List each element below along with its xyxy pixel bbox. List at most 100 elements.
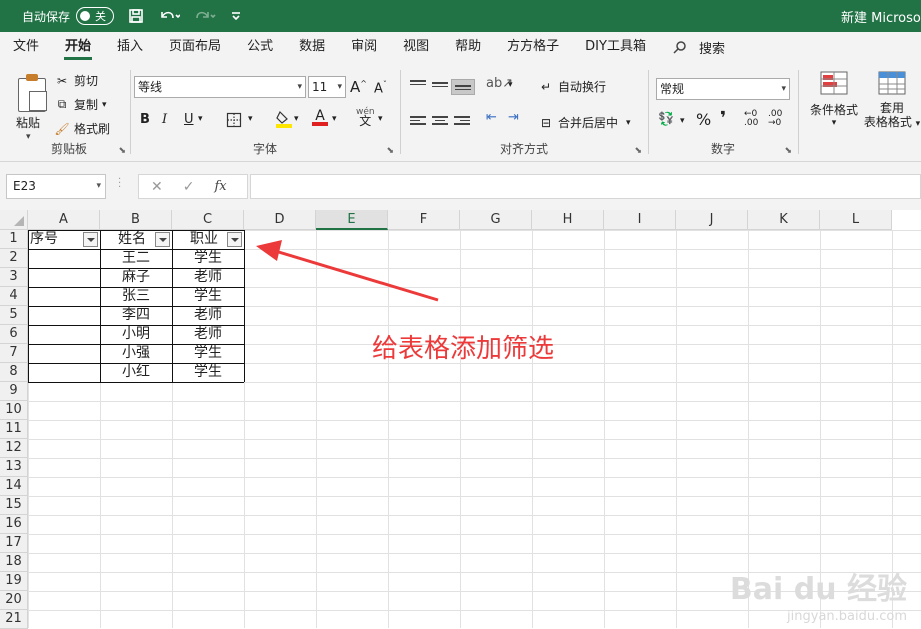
column-header-L[interactable]: L [820,210,892,230]
align-left-icon[interactable] [410,114,426,128]
table-cell[interactable]: 老师 [172,306,244,325]
table-cell[interactable]: 麻子 [100,268,172,287]
table-cell[interactable] [28,287,100,306]
table-cell[interactable] [28,268,100,287]
dialog-launcher-icon[interactable]: ⬊ [386,146,394,156]
table-cell[interactable]: 张三 [100,287,172,306]
decrease-indent-icon[interactable]: ⇤ [486,110,497,125]
column-header-A[interactable]: A [28,210,100,230]
merge-center-button[interactable]: ⊟合并后居中▾ [538,114,631,131]
format-as-table-button[interactable]: 套用 表格格式 ▾ [860,70,921,131]
accounting-format-icon[interactable]: 💱 [658,112,674,127]
save-icon[interactable] [128,8,144,24]
column-header-H[interactable]: H [532,210,604,230]
dialog-launcher-icon[interactable]: ⬊ [634,146,642,156]
tab-help[interactable]: 帮助 [442,32,494,62]
redo-icon[interactable] [194,8,216,24]
filter-dropdown-button[interactable] [83,232,98,247]
table-cell[interactable]: 小红 [100,363,172,382]
font-color-button[interactable]: A [312,108,328,126]
filter-dropdown-button[interactable] [227,232,242,247]
table-cell[interactable]: 学生 [172,287,244,306]
table-header-cell[interactable]: 序号 [28,230,82,249]
chevron-down-icon[interactable]: ▾ [248,114,253,124]
row-header-8[interactable]: 8 [0,363,28,382]
tab-file[interactable]: 文件 [0,32,52,62]
wrap-text-button[interactable]: ↵自动换行 [538,78,606,95]
row-header-12[interactable]: 12 [0,439,28,458]
row-header-9[interactable]: 9 [0,382,28,401]
tab-home[interactable]: 开始 [52,32,104,62]
table-cell[interactable] [28,344,100,363]
fill-color-button[interactable] [276,110,292,132]
tab-view[interactable]: 视图 [390,32,442,62]
italic-button[interactable]: I [162,112,167,127]
autosave-toggle[interactable]: 关 [76,7,114,25]
table-header-cell[interactable]: 姓名 [100,230,154,249]
increase-decimal-icon[interactable]: ←0.00 [744,110,758,128]
align-center-icon[interactable] [432,114,448,128]
table-cell[interactable]: 小明 [100,325,172,344]
paste-button[interactable]: 粘贴 ▾ [12,72,48,138]
row-header-6[interactable]: 6 [0,325,28,344]
row-header-7[interactable]: 7 [0,344,28,363]
row-header-10[interactable]: 10 [0,401,28,420]
table-cell[interactable] [28,363,100,382]
search-box[interactable]: 搜索 [673,38,725,57]
table-cell[interactable]: 学生 [172,344,244,363]
table-cell[interactable]: 王二 [100,249,172,268]
chevron-down-icon[interactable]: ▾ [508,80,513,90]
table-cell[interactable]: 老师 [172,268,244,287]
table-cell[interactable] [28,325,100,344]
phonetic-button[interactable]: wén文 [356,108,375,128]
column-header-K[interactable]: K [748,210,820,230]
row-header-3[interactable]: 3 [0,268,28,287]
row-header-4[interactable]: 4 [0,287,28,306]
chevron-down-icon[interactable]: ▾ [294,114,299,124]
align-right-icon[interactable] [454,114,470,128]
column-header-F[interactable]: F [388,210,460,230]
font-size-combo[interactable]: 11▾ [308,76,346,98]
column-header-I[interactable]: I [604,210,676,230]
chevron-down-icon[interactable]: ▾ [332,114,337,124]
align-bottom-icon[interactable] [452,80,474,94]
format-painter-button[interactable]: 🖌格式刷 [54,120,110,137]
table-cell[interactable] [28,306,100,325]
column-header-J[interactable]: J [676,210,748,230]
table-cell[interactable]: 李四 [100,306,172,325]
increase-indent-icon[interactable]: ⇥ [508,110,519,125]
row-header-18[interactable]: 18 [0,553,28,572]
table-header-cell[interactable]: 职业 [172,230,226,249]
formula-input[interactable] [250,174,921,199]
row-header-11[interactable]: 11 [0,420,28,439]
decrease-decimal-icon[interactable]: .00→0 [768,110,782,128]
row-header-1[interactable]: 1 [0,230,28,249]
table-cell[interactable]: 学生 [172,249,244,268]
bold-button[interactable]: B [140,112,150,127]
align-top-icon[interactable] [410,78,426,92]
tab-page-layout[interactable]: 页面布局 [156,32,234,62]
row-header-17[interactable]: 17 [0,534,28,553]
font-name-combo[interactable]: 等线▾ [134,76,306,98]
conditional-format-button[interactable]: 条件格式 ▾ [806,70,862,128]
tab-data[interactable]: 数据 [286,32,338,62]
tab-review[interactable]: 审阅 [338,32,390,62]
filter-dropdown-button[interactable] [155,232,170,247]
row-header-14[interactable]: 14 [0,477,28,496]
chevron-down-icon[interactable]: ▾ [198,114,203,124]
row-header-20[interactable]: 20 [0,591,28,610]
borders-button[interactable] [226,112,242,132]
comma-button[interactable]: ❜ [720,108,726,129]
row-header-2[interactable]: 2 [0,249,28,268]
copy-button[interactable]: ⧉复制▾ [54,96,107,113]
table-cell[interactable]: 老师 [172,325,244,344]
table-cell[interactable]: 小强 [100,344,172,363]
tab-formulas[interactable]: 公式 [234,32,286,62]
table-cell[interactable]: 学生 [172,363,244,382]
undo-icon[interactable] [158,8,180,24]
number-format-combo[interactable]: 常规▾ [656,78,790,100]
chevron-down-icon[interactable]: ▾ [680,116,685,126]
dialog-launcher-icon[interactable]: ⬊ [118,146,126,156]
align-middle-icon[interactable] [432,80,448,94]
column-header-D[interactable]: D [244,210,316,230]
